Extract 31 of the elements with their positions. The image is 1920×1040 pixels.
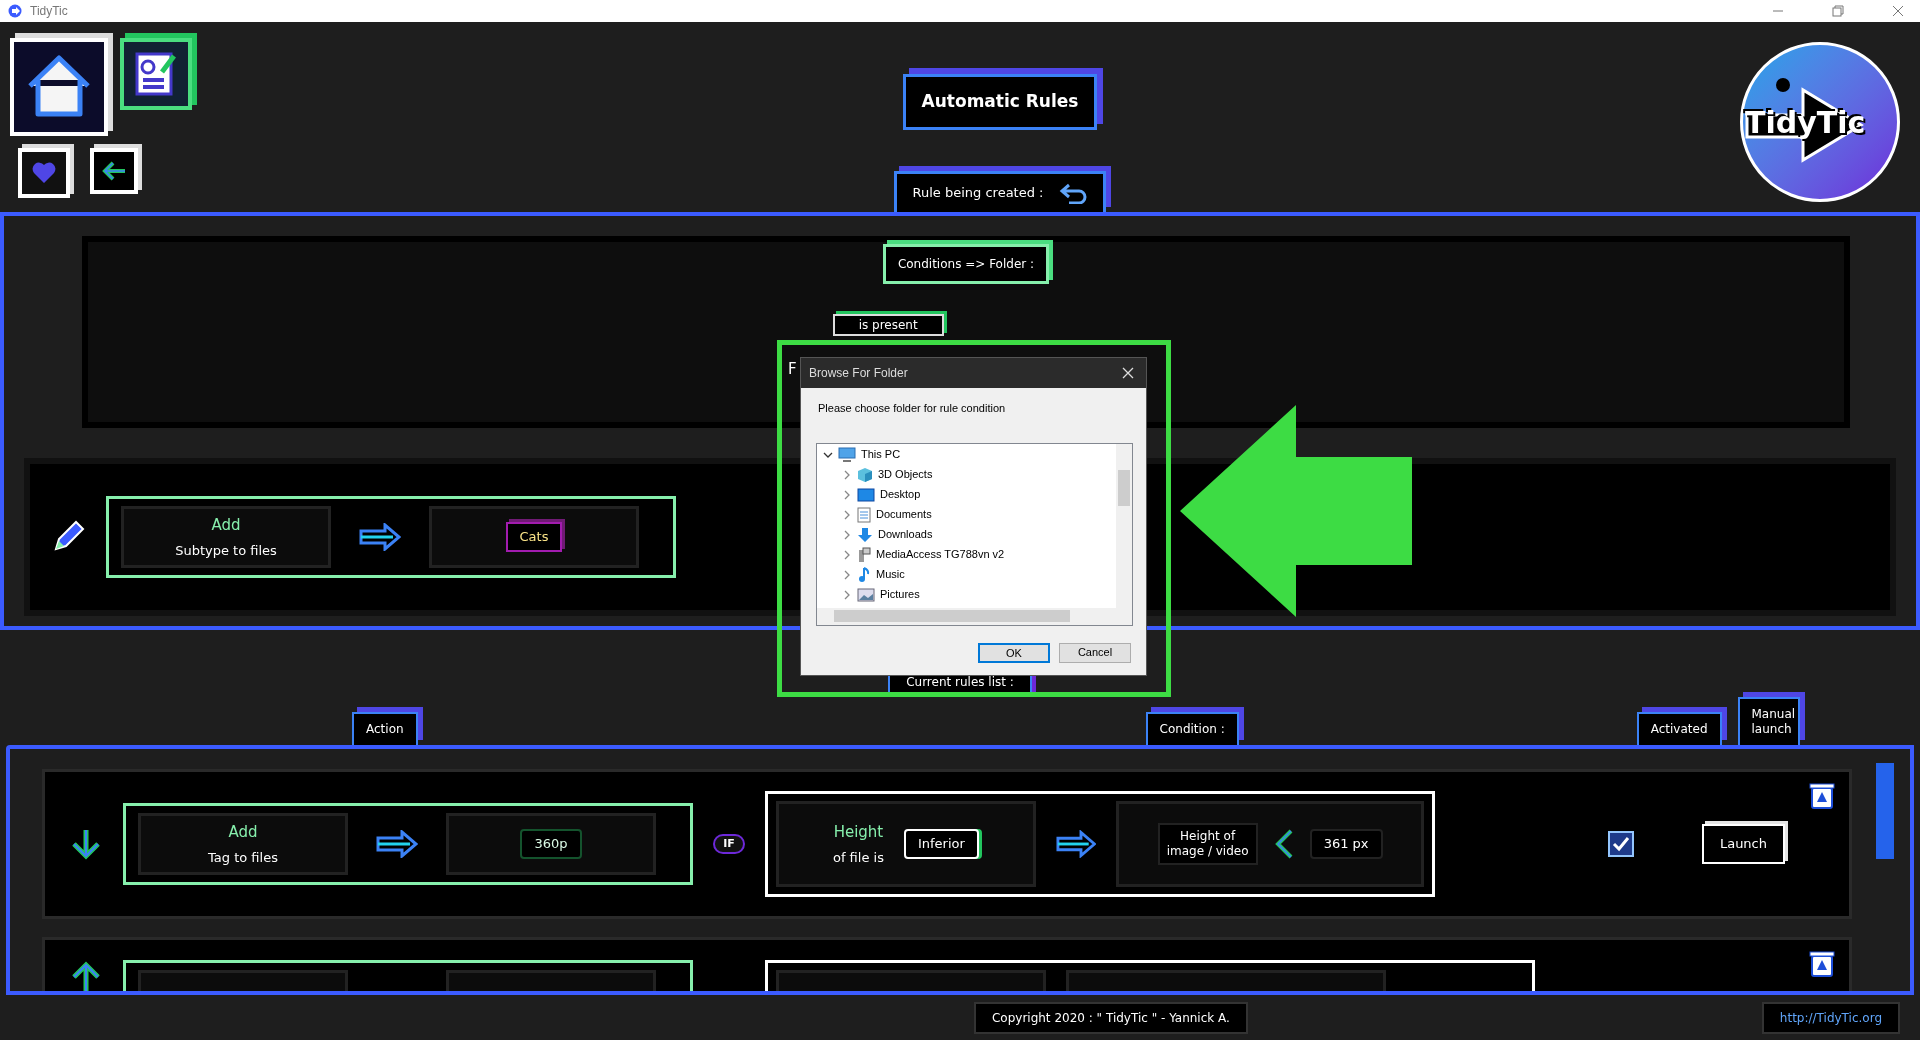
value-tag: 360p (520, 829, 582, 859)
condition-tag: is present (832, 314, 944, 336)
window-title: TidyTic (30, 3, 68, 20)
tree-item[interactable]: 3D Objects (823, 464, 933, 485)
copyright-text: Copyright 2020 : " TidyTic " - Yannick A. (973, 1001, 1248, 1034)
website-link[interactable]: http://TidyTic.org (1761, 1001, 1900, 1034)
if-icon: IF (713, 834, 745, 854)
condition-text: F (788, 359, 797, 380)
tree-item[interactable]: MediaAccess TG788vn v2 (823, 544, 1005, 565)
tree-item[interactable]: Pictures (823, 584, 920, 605)
tree-item[interactable]: Downloads (823, 524, 933, 545)
section-label: Rule being created : (912, 184, 1044, 203)
action-object: Subtype to files (175, 541, 277, 560)
operator-tag: Inferior (903, 829, 979, 859)
target-label: Height of image / video (1157, 823, 1258, 865)
dialog-prompt: Please choose folder for rule condition (818, 401, 1007, 416)
dialog-title: Browse For Folder (809, 365, 908, 382)
condition-property: Height (833, 822, 884, 843)
value-tag: Cats (505, 522, 563, 552)
action-verb: Add (228, 822, 258, 843)
action-object: Tag to files (208, 848, 278, 867)
tree-item[interactable]: Desktop (823, 484, 921, 505)
value-tag: 361 px (1309, 829, 1383, 859)
dialog-button[interactable]: OK (978, 642, 1050, 663)
action-verb: Add (211, 515, 241, 536)
tree-item[interactable]: This PC (823, 444, 901, 465)
dialog-button[interactable]: Cancel (1059, 642, 1131, 663)
tree-item[interactable]: Documents (823, 504, 932, 525)
condition-suffix: of file is (832, 848, 884, 867)
launch-button[interactable]: Launch (1701, 824, 1785, 864)
tree-item[interactable]: Music (823, 564, 905, 585)
